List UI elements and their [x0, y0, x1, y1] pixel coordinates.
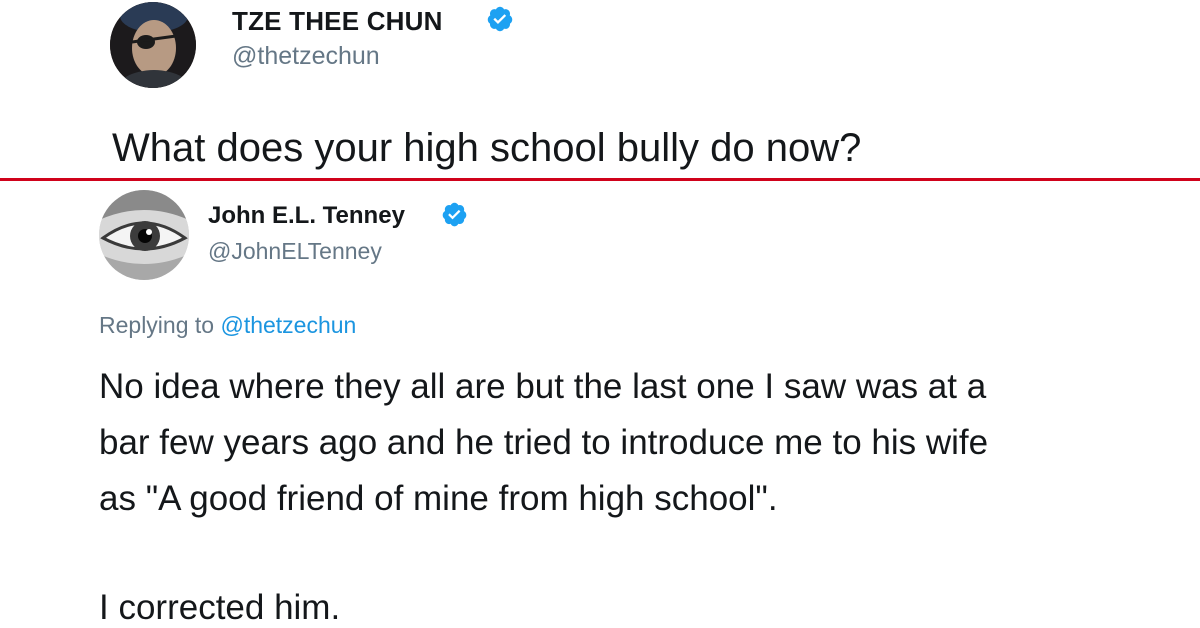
tweet-text: What does your high school bully do now? — [112, 126, 862, 170]
author-handle[interactable]: @JohnELTenney — [208, 238, 382, 265]
replying-to-link[interactable]: @thetzechun — [220, 312, 356, 338]
author-name[interactable]: TZE THEE CHUN — [232, 6, 443, 37]
avatar[interactable] — [110, 2, 196, 88]
avatar-photo — [110, 2, 196, 88]
reply-text-line: bar few years ago and he tried to introd… — [99, 423, 989, 462]
eye-avatar-photo — [99, 190, 189, 280]
reply-text-line: I corrected him. — [99, 588, 341, 627]
replying-prefix: Replying to — [99, 312, 221, 338]
avatar[interactable] — [99, 190, 189, 280]
verified-badge-icon — [487, 6, 513, 32]
verified-badge-icon — [442, 202, 467, 227]
replying-to: Replying to @thetzechun — [99, 312, 356, 339]
author-name[interactable]: John E.L. Tenney — [208, 202, 405, 230]
author-handle[interactable]: @thetzechun — [232, 42, 380, 71]
divider — [0, 178, 1200, 181]
reply-text-line: as "A good friend of mine from high scho… — [99, 479, 778, 518]
reply-text-line: No idea where they all are but the last … — [99, 367, 987, 406]
